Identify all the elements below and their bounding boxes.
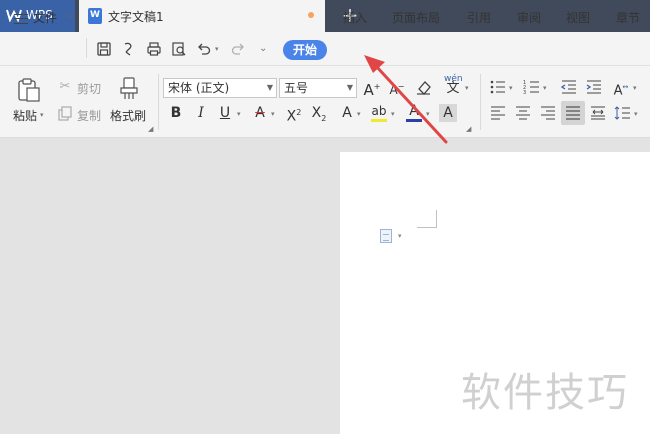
subscript-icon[interactable]: X2 [310,104,328,123]
underline-dropdown-icon[interactable]: ▾ [237,110,241,118]
character-shading-icon[interactable]: A [439,104,457,122]
tab-view[interactable]: 视图 [566,9,590,26]
distributed-align-icon[interactable] [589,104,607,122]
highlight-icon[interactable]: ab [370,102,388,120]
divider [86,38,87,58]
paste-dropdown-icon[interactable]: ▾ [40,111,44,119]
chevron-down-icon: ▼ [266,83,273,92]
phonetic-guide-icon[interactable]: wén 文 [444,74,463,95]
save-icon[interactable] [96,41,112,57]
bold-icon[interactable]: B [167,104,185,122]
strikethrough-dropdown-icon[interactable]: ▾ [271,110,275,118]
print-preview-icon[interactable] [171,41,187,57]
highlight-dropdown-icon[interactable]: ▾ [391,110,395,118]
align-left-icon[interactable] [489,104,507,122]
font-size-value: 五号 [284,81,309,95]
line-spacing-icon[interactable] [614,104,632,122]
tab-review[interactable]: 审阅 [517,9,541,26]
margin-corner-mark [417,210,437,228]
phonetic-dropdown-icon[interactable]: ▾ [465,84,469,92]
align-center-icon[interactable] [514,104,532,122]
font-color-icon[interactable]: A [405,102,423,120]
paragraph-layout-dropdown-icon[interactable]: ▾ [398,232,402,240]
cut-label: 剪切 [77,82,102,96]
text-effect-dropdown-icon[interactable]: ▾ [357,110,361,118]
bullets-dropdown-icon[interactable]: ▾ [509,84,513,92]
divider [158,74,159,130]
numbering-dropdown-icon[interactable]: ▾ [543,84,547,92]
tab-page-layout[interactable]: 页面布局 [392,9,440,26]
cut-icon: ✂ [59,79,71,94]
tab-chapter[interactable]: 章节 [616,9,640,26]
font-size-select[interactable]: 五号 ▼ [279,78,357,98]
redo-icon [231,43,244,55]
increase-indent-icon[interactable] [585,78,603,96]
text-direction-icon[interactable]: A↔ [612,78,630,98]
bullets-icon[interactable] [489,78,507,96]
superscript-icon[interactable]: X2 [285,104,303,125]
ribbon-panel [0,66,650,138]
copy-label: 复制 [77,109,102,123]
justify-icon[interactable] [564,104,582,122]
strikethrough-icon[interactable]: A [251,104,269,122]
doc-icon [88,8,102,24]
tab-start[interactable]: 开始 [283,40,327,60]
font-color-swatch [406,119,422,122]
svg-text:3: 3 [523,90,526,96]
tab-references[interactable]: 引用 [467,9,491,26]
undo-icon[interactable] [196,41,212,57]
clear-format-icon[interactable] [415,78,433,96]
file-menu-label: 文件 [33,11,58,25]
hamburger-icon [14,13,28,24]
unsaved-indicator [308,12,314,18]
clipboard-launcher-icon[interactable]: ◢ [148,125,153,133]
paragraph-layout-icon[interactable] [380,229,392,243]
format-painter-icon[interactable] [118,77,140,101]
numbering-icon[interactable]: 123 [523,78,541,96]
undo-dropdown-icon[interactable]: ▾ [215,45,219,53]
divider [480,74,481,130]
text-effect-icon[interactable]: A [338,104,356,122]
document-tab-label: 文字文稿1 [108,10,164,24]
font-launcher-icon[interactable]: ◢ [466,125,471,133]
chevron-down-icon: ﹀ [64,15,74,25]
document-tab[interactable]: 文字文稿1 [79,0,325,32]
underline-icon[interactable]: U [216,104,234,122]
output-pdf-icon[interactable] [121,41,137,57]
font-color-dropdown-icon[interactable]: ▾ [426,110,430,118]
align-right-icon[interactable] [539,104,557,122]
line-spacing-dropdown-icon[interactable]: ▾ [634,110,638,118]
font-name-select[interactable]: 宋体 (正文) ▼ [163,78,277,98]
shrink-font-icon[interactable]: A− [388,78,406,97]
paste-icon[interactable] [16,77,42,103]
chevron-down-icon: ▼ [346,83,353,92]
italic-icon[interactable]: I [192,104,210,122]
customize-chevron-icon[interactable]: ⌄ [259,43,267,54]
decrease-indent-icon[interactable] [560,78,578,96]
font-name-value: 宋体 (正文) [168,81,230,95]
copy-icon [58,106,72,121]
tab-insert[interactable]: 插入 [343,9,367,26]
file-menu-button[interactable]: 文件 ﹀ [14,9,74,26]
format-painter-label[interactable]: 格式刷 [110,107,146,124]
text-direction-dropdown-icon[interactable]: ▾ [633,84,637,92]
print-icon[interactable] [146,41,162,57]
paste-label[interactable]: 粘贴 [13,107,37,124]
watermark-text: 软件技巧 [461,370,629,416]
grow-font-icon[interactable]: A+ [363,78,381,99]
highlight-color-swatch [371,119,387,122]
